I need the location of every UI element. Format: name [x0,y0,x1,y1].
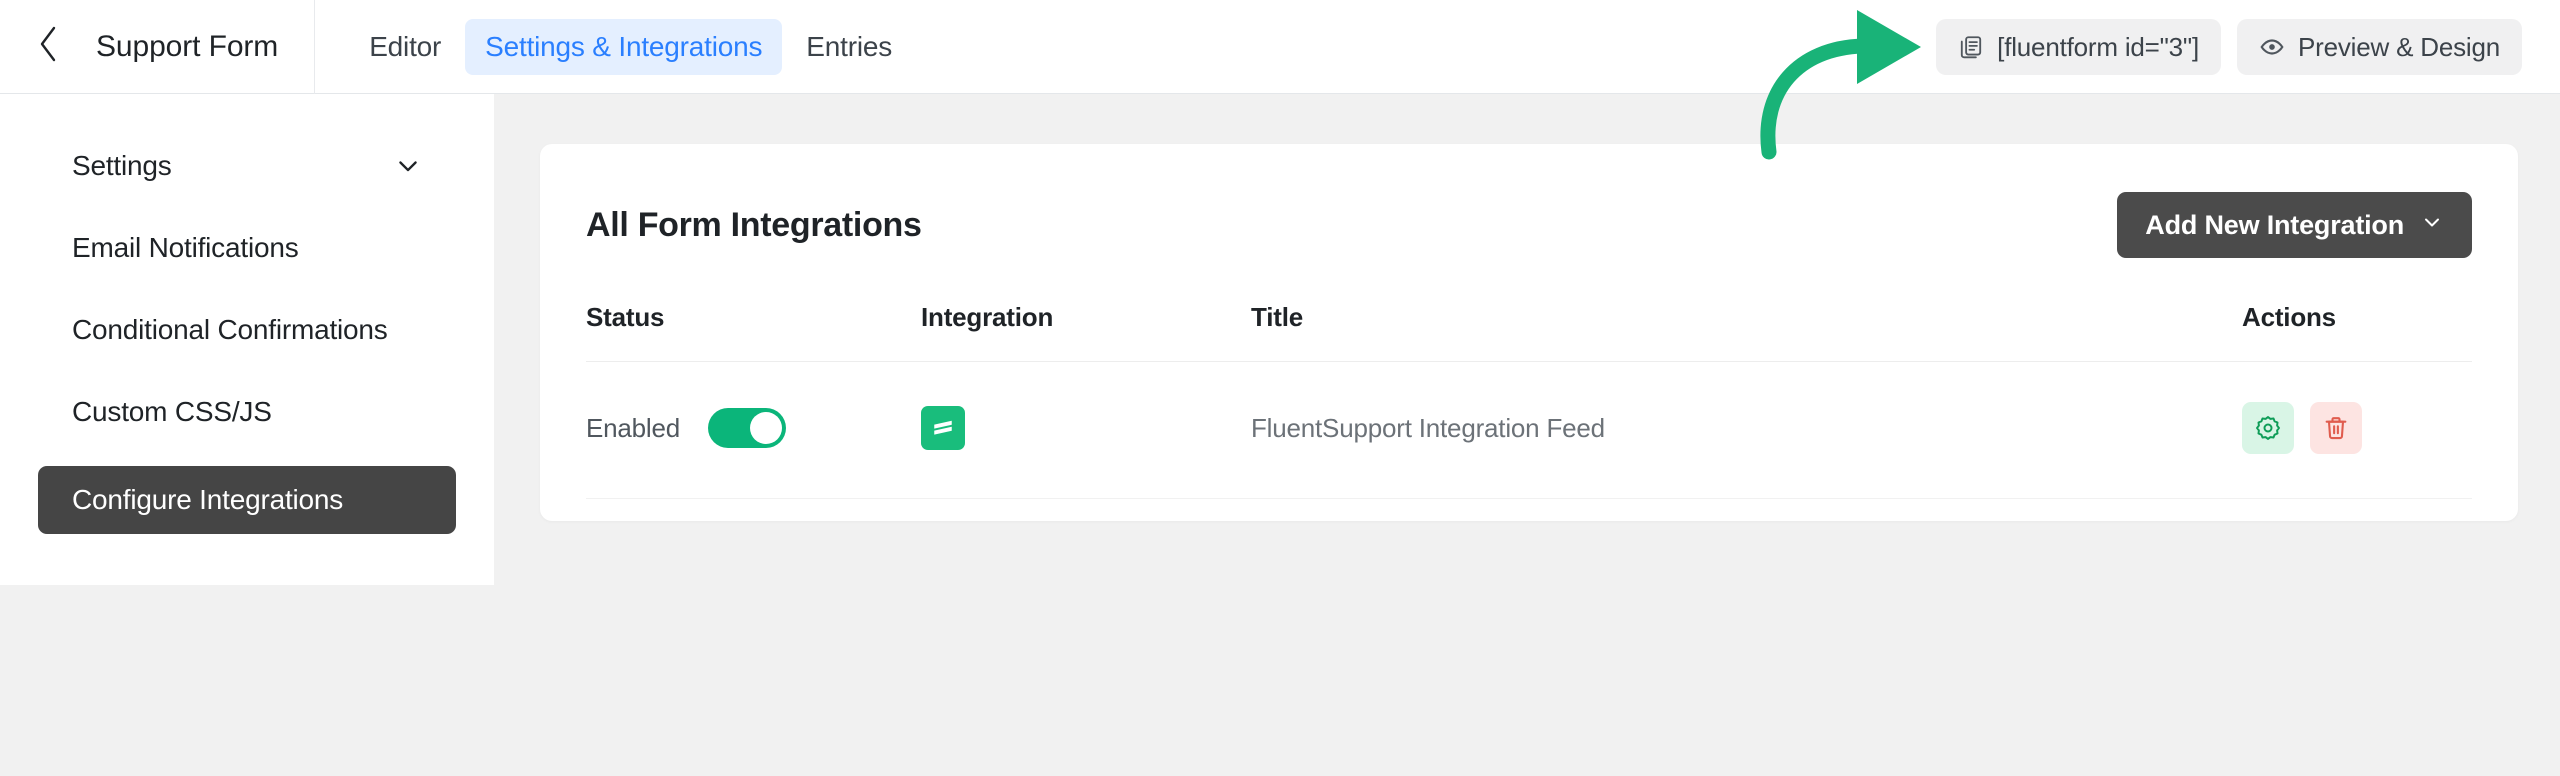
copy-shortcode-icon [1958,34,1984,60]
settings-sidebar: Settings Email Notifications Conditional… [0,94,494,585]
sidebar-item-settings[interactable]: Settings [38,138,456,194]
page-body: Settings Email Notifications Conditional… [0,94,2560,776]
shortcode-button-label: [fluentform id="3"] [1997,32,2199,63]
cell-integration [921,362,1251,499]
column-header-integration: Integration [921,302,1251,362]
chevron-left-icon [35,24,61,69]
sidebar-item-conditional-confirmations[interactable]: Conditional Confirmations [38,302,456,358]
tab-entries[interactable]: Entries [786,19,912,75]
fluentsupport-logo-icon [921,406,965,450]
row-actions [2242,402,2472,454]
table-header-row: Status Integration Title Actions [586,302,2472,362]
form-title-container: Support Form [96,0,315,94]
add-new-integration-label: Add New Integration [2145,210,2404,241]
table-header: Status Integration Title Actions [586,302,2472,362]
sidebar-item-label: Configure Integrations [72,484,343,516]
settings-icon[interactable] [2242,402,2294,454]
preview-design-button[interactable]: Preview & Design [2237,19,2522,75]
column-header-actions: Actions [2242,302,2472,362]
shortcode-button[interactable]: [fluentform id="3"] [1936,19,2221,75]
table-row: Enabled [586,362,2472,499]
trash-icon[interactable] [2310,402,2362,454]
cell-status: Enabled [586,362,921,499]
status-label: Enabled [586,413,680,444]
card-header: All Form Integrations Add New Integratio… [586,144,2472,302]
sidebar-item-label: Conditional Confirmations [72,314,388,346]
eye-icon [2259,34,2285,60]
column-header-status: Status [586,302,921,362]
cell-title: FluentSupport Integration Feed [1251,362,2242,499]
sidebar-item-configure-integrations[interactable]: Configure Integrations [38,466,456,534]
status-toggle[interactable] [708,408,786,448]
integrations-card: All Form Integrations Add New Integratio… [540,144,2518,521]
form-title: Support Form [96,30,278,64]
sidebar-item-label: Settings [72,150,172,182]
card-bottom-spacer [586,499,2472,521]
main-tabs: Editor Settings & Integrations Entries [349,0,912,94]
back-button[interactable] [0,0,96,94]
sidebar-item-label: Custom CSS/JS [72,396,272,428]
chevron-down-icon [2420,210,2444,241]
cell-actions [2242,362,2472,499]
chevron-down-icon[interactable] [394,152,422,180]
main-content: All Form Integrations Add New Integratio… [494,94,2560,776]
tab-settings-integrations[interactable]: Settings & Integrations [465,19,782,75]
table-body: Enabled [586,362,2472,499]
column-header-title: Title [1251,302,2242,362]
integration-title: FluentSupport Integration Feed [1251,413,1605,443]
add-new-integration-button[interactable]: Add New Integration [2117,192,2472,258]
status-cell-inner: Enabled [586,408,921,448]
sidebar-item-label: Email Notifications [72,232,299,264]
sidebar-item-custom-css-js[interactable]: Custom CSS/JS [38,384,456,440]
preview-design-label: Preview & Design [2298,32,2500,63]
top-navigation-bar: Support Form Editor Settings & Integrati… [0,0,2560,94]
page-title: All Form Integrations [586,206,922,245]
sidebar-item-email-notifications[interactable]: Email Notifications [38,220,456,276]
toggle-knob [750,412,782,444]
tab-editor[interactable]: Editor [349,19,461,75]
topbar-actions: [fluentform id="3"] Preview & Design [1936,0,2522,94]
integrations-table: Status Integration Title Actions Enabled [586,302,2472,499]
